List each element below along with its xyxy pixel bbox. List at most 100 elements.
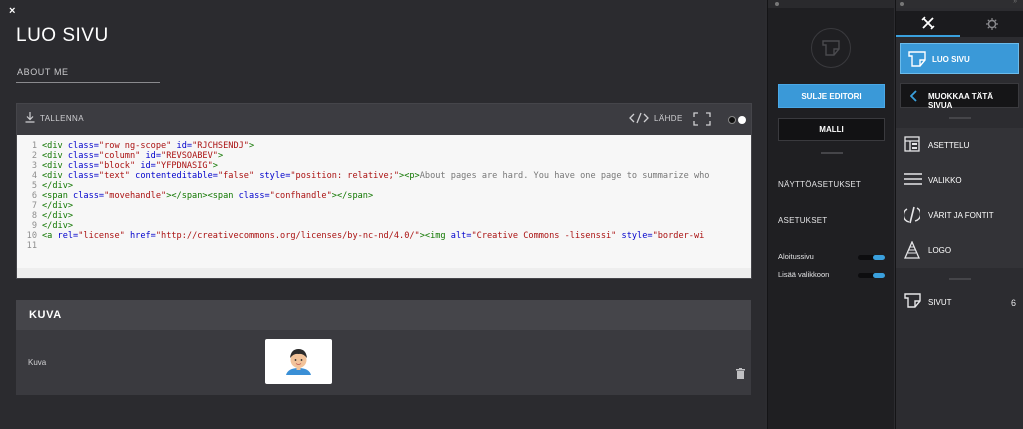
line-number: 4 [31,171,37,181]
line-number: 11 [26,241,37,251]
new-page-icon [908,51,926,67]
trash-icon[interactable] [736,368,745,379]
close-icon[interactable]: × [9,5,15,17]
line-number: 2 [31,151,37,161]
create-page-label: LUO SIVU [932,55,970,64]
divider [949,278,971,280]
image-section: KUVA Kuva [16,300,751,395]
code-line: <div class="block" id="YFPDNASIG"> [42,161,218,171]
line-numbers: 1 2 3 4 5 6 7 8 9 10 11 [17,141,37,251]
site-builder-sidebar: » LUO SIVU MUOKKAA TÄTÄ SIVUA ASETTELU V… [895,0,1023,429]
homepage-toggle-row: Aloitussivu [778,252,885,262]
page-settings-panel: SULJE EDITORI MALLI NÄYTTÖASETUKSET ASET… [767,0,894,429]
code-icon [629,112,649,124]
line-number: 1 [31,141,37,151]
image-section-title: KUVA [29,309,62,321]
sidebar-item-layout[interactable]: ASETTELU [896,128,1023,162]
image-field-label: Kuva [28,358,47,367]
line-number: 8 [31,211,37,221]
template-button[interactable]: MALLI [778,118,885,141]
settings-link[interactable]: ASETUKSET [778,216,827,225]
fullscreen-button[interactable] [693,112,711,131]
add-to-menu-toggle-row: Lisää valikkoon [778,270,885,280]
code-text-area[interactable]: 1 2 3 4 5 6 7 8 9 10 11 <div class="row ng-scope" … [17,135,751,268]
line-number: 3 [31,161,37,171]
line-number: 9 [31,221,37,231]
sidebar-item-menu[interactable]: VALIKKO [896,163,1023,197]
code-line: <div class="text" contenteditable="false… [42,171,710,181]
line-number: 6 [31,191,37,201]
edit-page-label: MUOKKAA TÄTÄ SIVUA [928,92,994,110]
pages-icon [904,293,921,308]
gear-icon [986,18,998,30]
close-editor-button[interactable]: SULJE EDITORI [778,84,885,108]
fullscreen-icon [693,112,711,126]
page-title: LUO SIVU [16,25,109,46]
sidebar-item-pages[interactable]: SIVUT 6 [896,285,1023,319]
image-section-header: KUVA [16,300,751,330]
page-url-field[interactable]: ABOUT ME [16,62,160,83]
code-editor-panel: TALLENNA LÄHDE 1 2 3 4 5 6 7 8 9 10 11 <div class=… [16,103,752,279]
divider [821,152,843,154]
sidebar-item-label: VÄRIT JA FONTIT [928,211,994,220]
avatar-icon [286,349,311,375]
sidebar-item-colors-fonts[interactable]: VÄRIT JA FONTIT [896,198,1023,232]
source-button[interactable]: LÄHDE [629,112,683,124]
code-line: </div> [42,211,74,221]
download-icon [25,112,35,123]
code-line: <a rel="license" href="http://creativeco… [42,231,705,241]
page-icon-placeholder [811,28,851,68]
code-line: </div> [42,181,74,191]
code-line: <div class="column" id="REVSOABEV"> [42,151,224,161]
tools-icon [921,16,935,30]
collapse-arrows-icon[interactable]: » [1013,0,1017,5]
panel-handle[interactable]: » [896,0,1023,8]
sidebar-item-label: LOGO [928,246,952,255]
tab-tools[interactable] [896,11,960,37]
sidebar-item-label: VALIKKO [928,176,962,185]
code-toolbar: TALLENNA LÄHDE [17,104,751,135]
sidebar-item-label: SIVUT [928,298,952,307]
layout-icon [904,136,920,152]
sidebar-item-label: ASETTELU [928,141,970,150]
toggle-knob [873,255,885,260]
code-line: </div> [42,221,74,231]
menu-icon [904,173,922,185]
display-settings-link[interactable]: NÄYTTÖASETUKSET [778,180,861,189]
design-icon [904,206,920,224]
image-thumbnail[interactable] [265,339,332,384]
homepage-label: Aloitussivu [778,252,814,261]
code-line: </div> [42,201,74,211]
code-line: <span class="movehandle"></span><span cl… [42,191,374,201]
code-lines: <div class="row ng-scope" id="RJCHSENDJ"… [42,141,709,251]
dark-theme-dot[interactable] [728,116,736,124]
chevron-left-icon [910,90,917,102]
create-page-button[interactable]: LUO SIVU [900,43,1019,74]
line-number: 10 [26,231,37,241]
sidebar-item-logo[interactable]: LOGO [896,233,1023,267]
toggle-knob [873,273,885,278]
source-label: LÄHDE [654,113,683,123]
homepage-toggle[interactable] [858,255,885,260]
page-url-value: ABOUT ME [17,67,69,77]
divider [949,117,971,119]
design-menu: ASETTELU VALIKKO VÄRIT JA FONTIT LOGO [896,128,1023,268]
logo-icon [904,241,920,259]
code-line: <div class="row ng-scope" id="RJCHSENDJ"… [42,141,255,151]
line-number: 5 [31,181,37,191]
edit-page-button[interactable]: MUOKKAA TÄTÄ SIVUA [900,83,1019,110]
panel-handle[interactable] [768,0,894,8]
sidebar-tabs [896,11,1023,37]
handle-dot [775,2,779,6]
save-button[interactable]: TALLENNA [25,112,84,123]
pages-count-badge: 6 [1010,298,1016,308]
tab-settings[interactable] [960,11,1023,37]
save-label: TALLENNA [40,114,84,123]
add-to-menu-toggle[interactable] [858,273,885,278]
add-to-menu-label: Lisää valikkoon [778,270,830,279]
theme-toggle[interactable] [728,116,746,124]
page-icon [822,40,840,56]
handle-dot [900,2,904,6]
light-theme-dot[interactable] [738,116,746,124]
